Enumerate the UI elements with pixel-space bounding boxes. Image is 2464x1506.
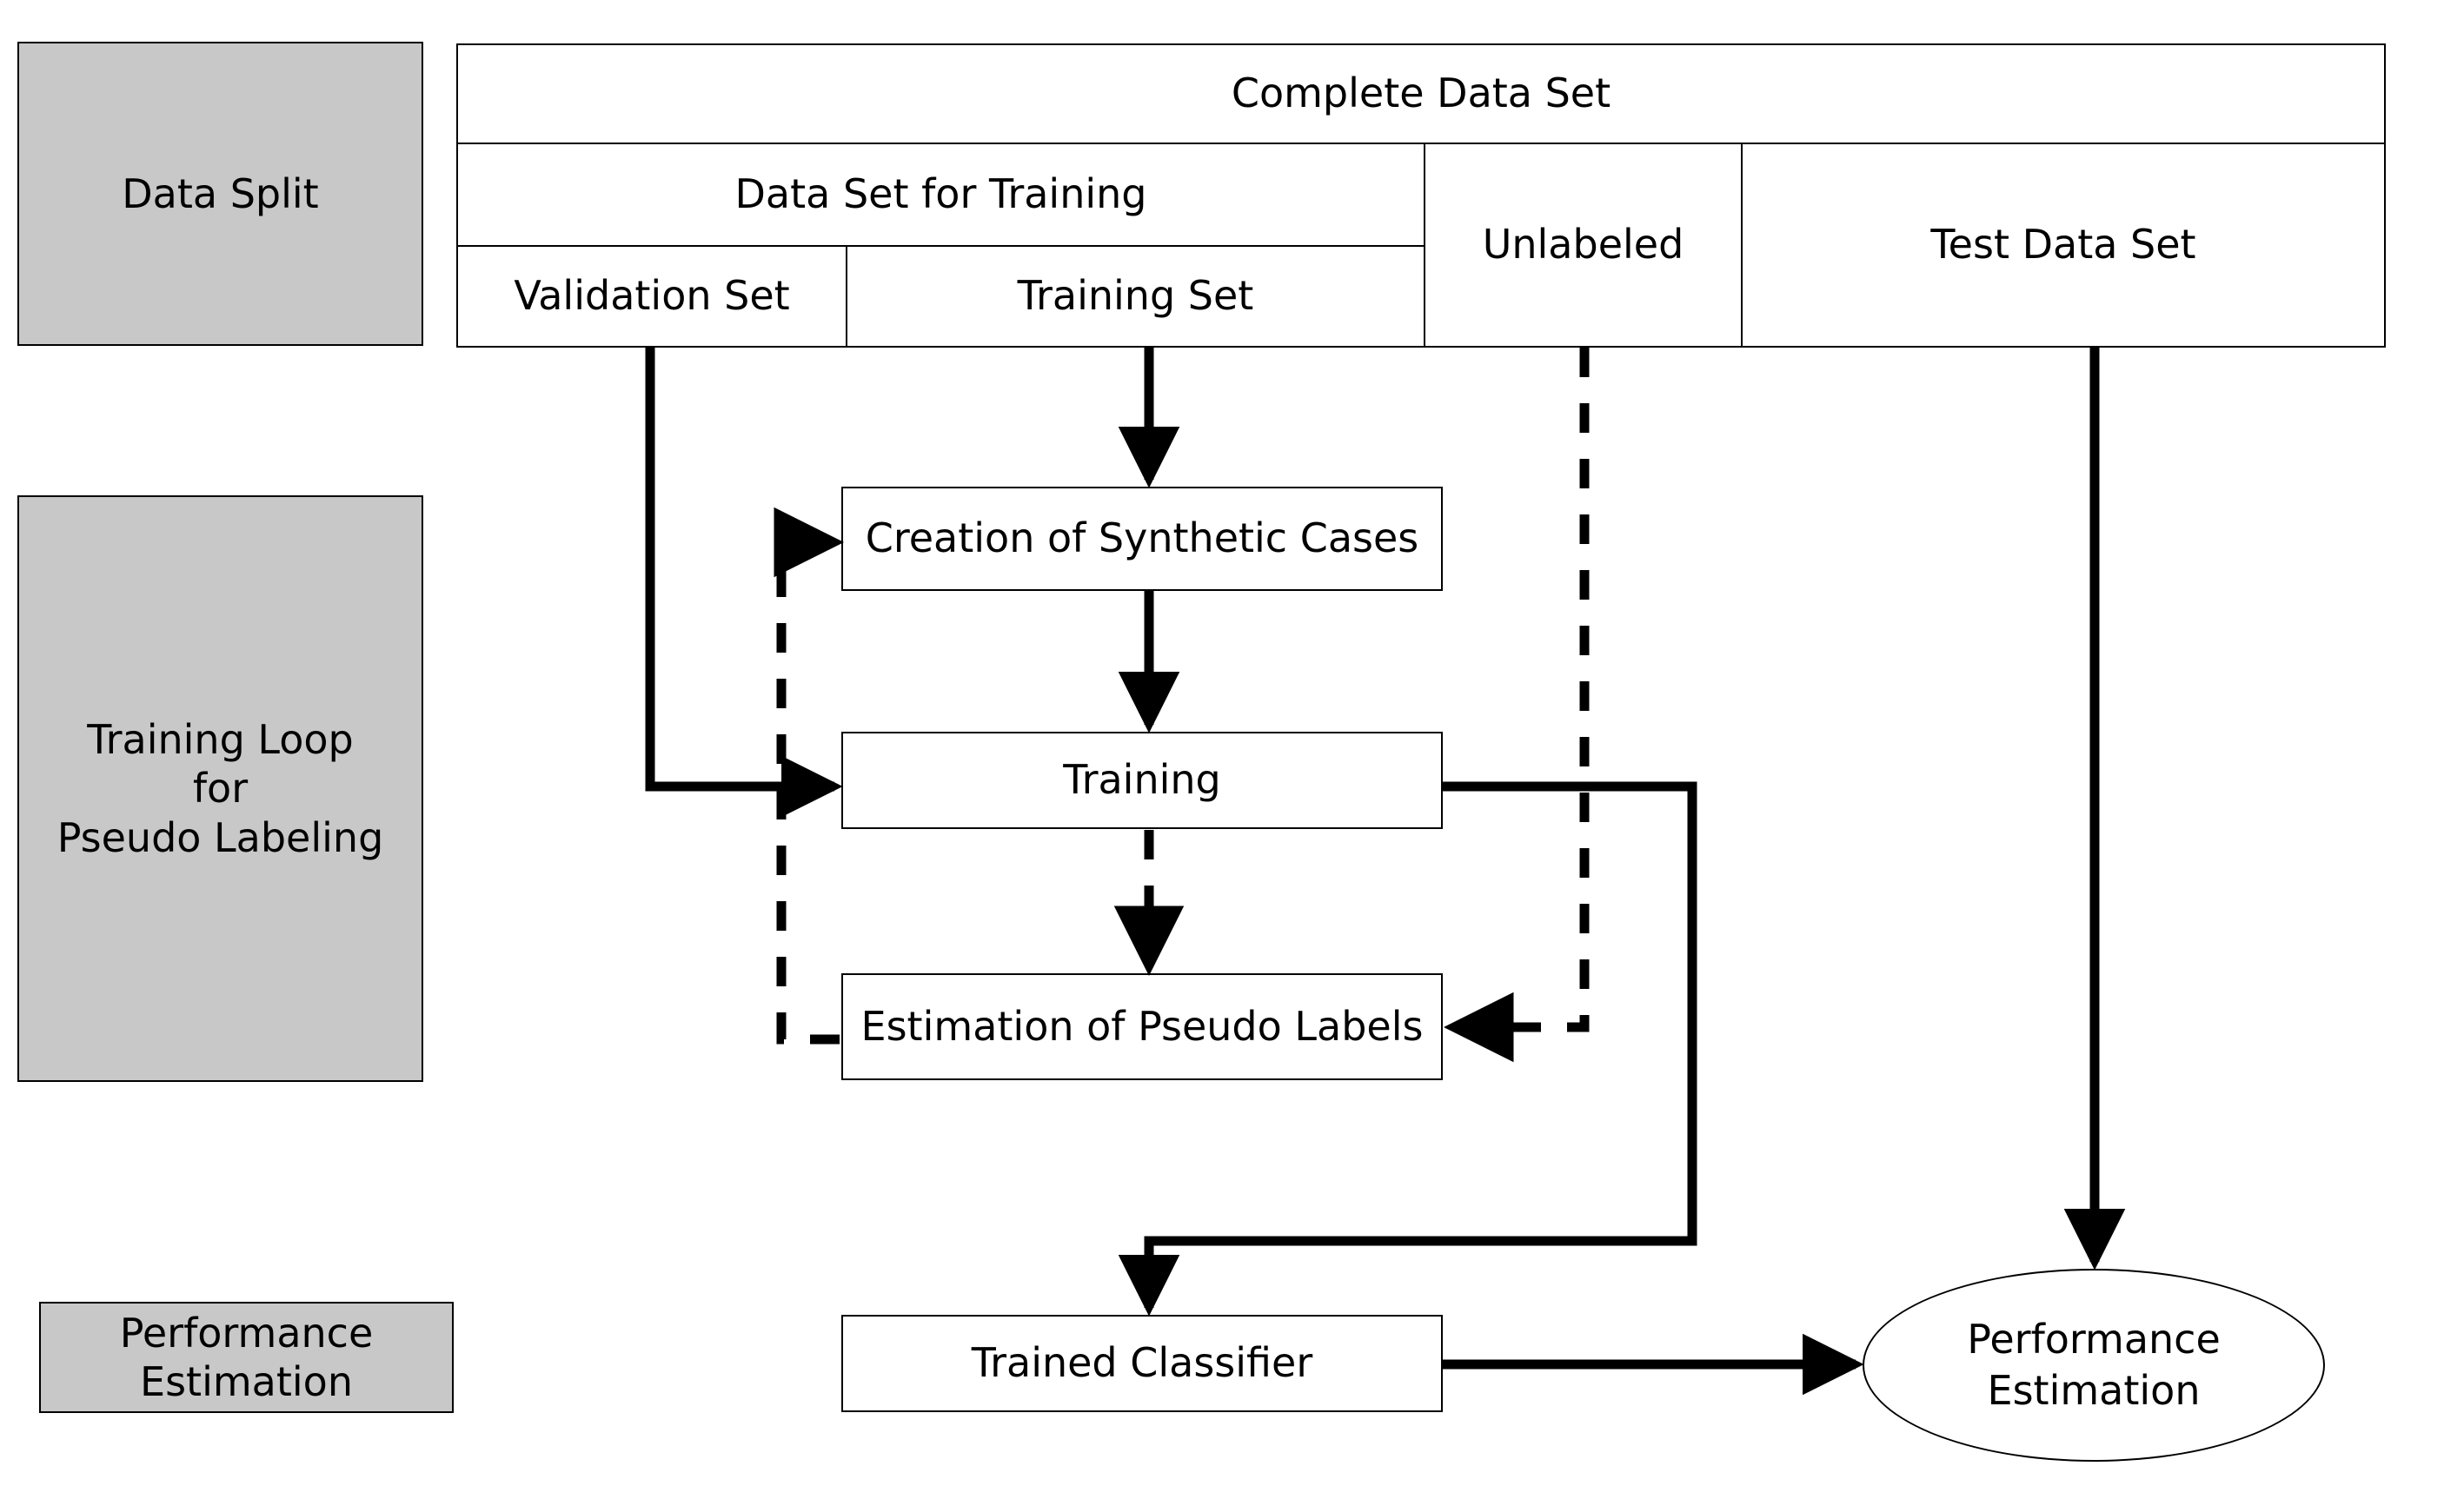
table-cell-test-data-set: Test Data Set (1741, 143, 2386, 348)
table-cell-data-set-for-training: Data Set for Training (456, 143, 1425, 247)
stage-label-data-split: Data Split (17, 42, 423, 346)
stage-label-training-loop: Training Loop for Pseudo Labeling (17, 495, 423, 1082)
process-box-estimation-of-pseudo-labels-label: Estimation of Pseudo Labels (860, 1002, 1424, 1050)
table-cell-validation-set-label: Validation Set (514, 272, 790, 320)
table-cell-unlabeled-label: Unlabeled (1482, 221, 1684, 269)
data-split-table: Complete Data Set Data Set for Training … (456, 43, 2386, 348)
table-cell-complete-data-set-label: Complete Data Set (1231, 70, 1611, 117)
process-box-training-label: Training (1063, 756, 1221, 804)
process-box-creation-of-synthetic-cases: Creation of Synthetic Cases (841, 487, 1443, 591)
stage-label-performance-estimation: Performance Estimation (39, 1302, 454, 1413)
terminal-performance-estimation: Performance Estimation (1863, 1269, 2325, 1462)
edge-unlabeled-to-pseudo-labels (1444, 348, 1590, 1063)
table-cell-complete-data-set: Complete Data Set (456, 43, 2386, 144)
table-cell-training-set: Training Set (846, 245, 1425, 348)
table-cell-test-data-set-label: Test Data Set (1930, 221, 2196, 269)
process-box-trained-classifier: Trained Classifier (841, 1315, 1443, 1412)
stage-label-training-loop-text: Training Loop for Pseudo Labeling (56, 716, 384, 861)
process-box-trained-classifier-label: Trained Classifier (971, 1339, 1313, 1387)
table-cell-training-set-label: Training Set (1017, 272, 1254, 320)
process-box-creation-of-synthetic-cases-label: Creation of Synthetic Cases (865, 514, 1419, 562)
process-box-training: Training (841, 732, 1443, 829)
terminal-performance-estimation-label: Performance Estimation (1967, 1316, 2221, 1414)
edge-validation-set-to-training (645, 348, 843, 818)
stage-label-performance-estimation-text: Performance Estimation (119, 1309, 374, 1405)
diagram-canvas: Data Split Training Loop for Pseudo Labe… (0, 0, 2464, 1506)
process-box-estimation-of-pseudo-labels: Estimation of Pseudo Labels (841, 973, 1443, 1080)
edge-pseudo-labels-to-synthetic (774, 507, 844, 1045)
stage-label-data-split-text: Data Split (122, 169, 319, 217)
table-cell-unlabeled: Unlabeled (1424, 143, 1743, 348)
table-cell-data-set-for-training-label: Data Set for Training (734, 170, 1147, 218)
table-cell-validation-set: Validation Set (456, 245, 847, 348)
